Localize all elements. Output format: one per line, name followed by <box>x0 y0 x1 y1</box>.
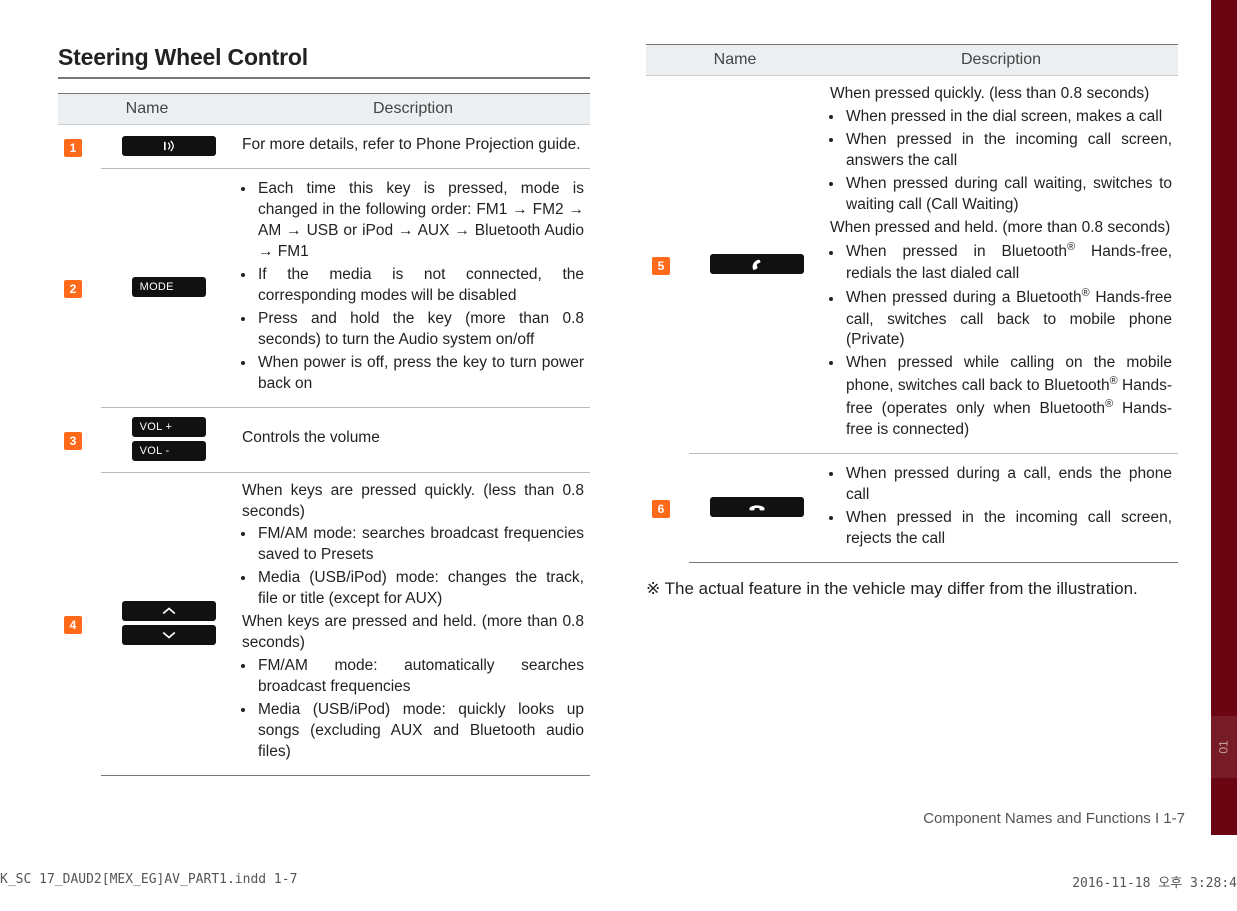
left-column: Steering Wheel Control Name Description … <box>58 44 590 834</box>
table-row: 1 For more details, refer to Phone Projec… <box>58 125 590 169</box>
chapter-tab: 01 <box>1211 716 1237 778</box>
doc-footer-right: 2016-11-18 오후 3:28:4 <box>1072 872 1237 891</box>
th-name: Name <box>58 94 236 125</box>
down-icon <box>122 625 216 645</box>
description-cell: Each time this key is pressed, mode is c… <box>236 169 590 407</box>
index-badge: 3 <box>64 432 82 450</box>
index-badge: 4 <box>64 616 82 634</box>
page-footer: Component Names and Functions I 1-7 <box>923 810 1185 827</box>
name-cell <box>101 125 236 169</box>
table-row: 4 When keys are pressed quickly. (less th… <box>58 472 590 775</box>
section-title: Steering Wheel Control <box>58 44 590 79</box>
name-cell <box>689 454 824 563</box>
right-column: Name Description 5 When pressed quickly. … <box>646 44 1178 834</box>
table-row: 2 MODE Each time this key is pressed, mode… <box>58 169 590 407</box>
button-pill: VOL - <box>132 441 206 461</box>
index-badge: 5 <box>652 257 670 275</box>
name-cell <box>101 472 236 775</box>
description-cell: When pressed quickly. (less than 0.8 sec… <box>824 76 1178 454</box>
name-cell <box>689 76 824 454</box>
controls-table-right: Name Description 5 When pressed quickly. … <box>646 44 1178 563</box>
button-pill: VOL + <box>132 417 206 437</box>
th-description: Description <box>236 94 590 125</box>
voice-icon <box>122 136 216 156</box>
description-cell: Controls the volume <box>236 407 590 472</box>
up-icon <box>122 601 216 621</box>
index-badge: 2 <box>64 280 82 298</box>
table-row: 3 VOL + VOL - Controls the volume <box>58 407 590 472</box>
description-cell: When keys are pressed quickly. (less tha… <box>236 472 590 775</box>
controls-table-left: Name Description 1 For more details, refe… <box>58 93 590 776</box>
description-cell: When pressed during a call, ends the pho… <box>824 454 1178 563</box>
button-pill: MODE <box>132 277 206 297</box>
description-cell: For more details, refer to Phone Project… <box>236 125 590 169</box>
illustration-note: ※ The actual feature in the vehicle may … <box>646 579 1178 599</box>
call-icon <box>710 254 804 274</box>
doc-footer-left: K_SC 17_DAUD2[MEX_EG]AV_PART1.indd 1-7 <box>0 872 297 887</box>
th-name: Name <box>646 45 824 76</box>
th-description: Description <box>824 45 1178 76</box>
index-badge: 6 <box>652 500 670 518</box>
name-cell: MODE <box>101 169 236 407</box>
content-columns: Steering Wheel Control Name Description … <box>58 44 1178 834</box>
chapter-sidebar: 01 <box>1211 0 1237 835</box>
table-row: 6 When pressed during a call, ends the ph… <box>646 454 1178 563</box>
name-cell: VOL + VOL - <box>101 407 236 472</box>
index-badge: 1 <box>64 139 82 157</box>
end-icon <box>710 497 804 517</box>
table-row: 5 When pressed quickly. (less than 0.8 se… <box>646 76 1178 454</box>
manual-page: 01 Steering Wheel Control Name Descripti… <box>0 0 1237 911</box>
